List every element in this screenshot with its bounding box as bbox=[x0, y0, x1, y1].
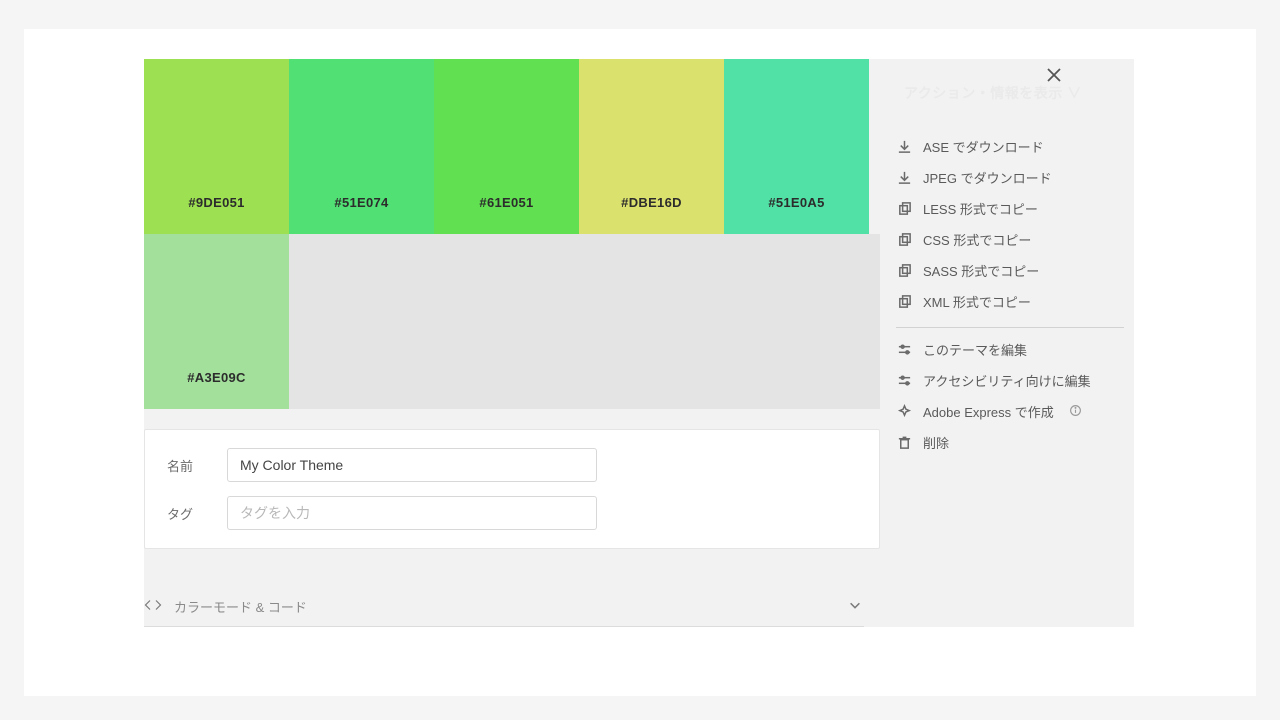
menu-label: LESS 形式でコピー bbox=[923, 199, 1038, 218]
copy-xml[interactable]: XML 形式でコピー bbox=[896, 286, 1124, 317]
close-icon bbox=[1047, 68, 1061, 82]
edit-accessibility[interactable]: アクセシビリティ向けに編集 bbox=[896, 365, 1124, 396]
chevron-down-icon bbox=[848, 598, 862, 615]
theme-panel: #9DE051 #51E074 #61E051 #DBE16D #51E0A5 bbox=[144, 59, 1134, 627]
color-mode-toggle[interactable]: カラーモード & コード bbox=[144, 589, 864, 627]
download-jpeg[interactable]: JPEG でダウンロード bbox=[896, 162, 1124, 193]
sliders-icon bbox=[896, 373, 912, 388]
copy-css[interactable]: CSS 形式でコピー bbox=[896, 224, 1124, 255]
swatch-hex: #61E051 bbox=[479, 195, 533, 210]
left-column: #9DE051 #51E074 #61E051 #DBE16D #51E0A5 bbox=[144, 59, 880, 627]
menu-label: SASS 形式でコピー bbox=[923, 261, 1039, 280]
metadata-card: 名前 タグ bbox=[144, 429, 880, 549]
actions-menu: ASE でダウンロード JPEG でダウンロード LESS 形式でコピー bbox=[896, 131, 1134, 458]
copy-icon bbox=[896, 232, 912, 247]
swatch-hex: #51E0A5 bbox=[768, 195, 824, 210]
color-mode-label: カラーモード & コード bbox=[174, 597, 307, 616]
menu-label: Adobe Express で作成 bbox=[923, 402, 1054, 421]
copy-sass[interactable]: SASS 形式でコピー bbox=[896, 255, 1124, 286]
menu-label: CSS 形式でコピー bbox=[923, 230, 1031, 249]
create-express[interactable]: Adobe Express で作成 bbox=[896, 396, 1124, 427]
tag-label: タグ bbox=[167, 504, 227, 523]
menu-label: アクセシビリティ向けに編集 bbox=[923, 371, 1091, 390]
swatch-4[interactable]: #DBE16D bbox=[579, 59, 724, 234]
swatch-hex: #DBE16D bbox=[621, 195, 682, 210]
code-icon bbox=[144, 597, 162, 616]
swatch-3[interactable]: #61E051 bbox=[434, 59, 579, 234]
actions-sidebar: アクション・情報を表示 ∨ ASE でダウンロード JPEG でダウンロード bbox=[880, 59, 1134, 627]
swatch-2[interactable]: #51E074 bbox=[289, 59, 434, 234]
app-canvas: #9DE051 #51E074 #61E051 #DBE16D #51E0A5 bbox=[24, 29, 1256, 696]
swatch-5[interactable]: #51E0A5 bbox=[724, 59, 869, 234]
download-icon bbox=[896, 139, 912, 154]
info-icon bbox=[1069, 404, 1082, 420]
tag-input[interactable] bbox=[227, 496, 597, 530]
menu-label: JPEG でダウンロード bbox=[923, 168, 1052, 187]
swatch-6[interactable]: #A3E09C bbox=[144, 234, 289, 409]
sliders-icon bbox=[896, 342, 912, 357]
sparkle-icon bbox=[896, 404, 912, 419]
swatch-hex: #A3E09C bbox=[187, 370, 245, 385]
swatch-1[interactable]: #9DE051 bbox=[144, 59, 289, 234]
menu-label: XML 形式でコピー bbox=[923, 292, 1031, 311]
name-input[interactable] bbox=[227, 448, 597, 482]
copy-less[interactable]: LESS 形式でコピー bbox=[896, 193, 1124, 224]
menu-divider bbox=[896, 327, 1124, 328]
copy-icon bbox=[896, 294, 912, 309]
download-icon bbox=[896, 170, 912, 185]
copy-icon bbox=[896, 201, 912, 216]
copy-icon bbox=[896, 263, 912, 278]
swatch-hex: #51E074 bbox=[334, 195, 388, 210]
trash-icon bbox=[896, 435, 912, 450]
delete[interactable]: 削除 bbox=[896, 427, 1124, 458]
menu-label: このテーマを編集 bbox=[923, 340, 1027, 359]
menu-label: ASE でダウンロード bbox=[923, 137, 1044, 156]
swatch-grid: #9DE051 #51E074 #61E051 #DBE16D #51E0A5 bbox=[144, 59, 880, 409]
edit-theme[interactable]: このテーマを編集 bbox=[896, 334, 1124, 365]
name-label: 名前 bbox=[167, 456, 227, 475]
download-ase[interactable]: ASE でダウンロード bbox=[896, 131, 1124, 162]
swatch-placeholder bbox=[289, 234, 880, 409]
swatch-hex: #9DE051 bbox=[188, 195, 244, 210]
menu-label: 削除 bbox=[923, 433, 949, 452]
ghost-header: アクション・情報を表示 ∨ bbox=[904, 83, 1082, 103]
